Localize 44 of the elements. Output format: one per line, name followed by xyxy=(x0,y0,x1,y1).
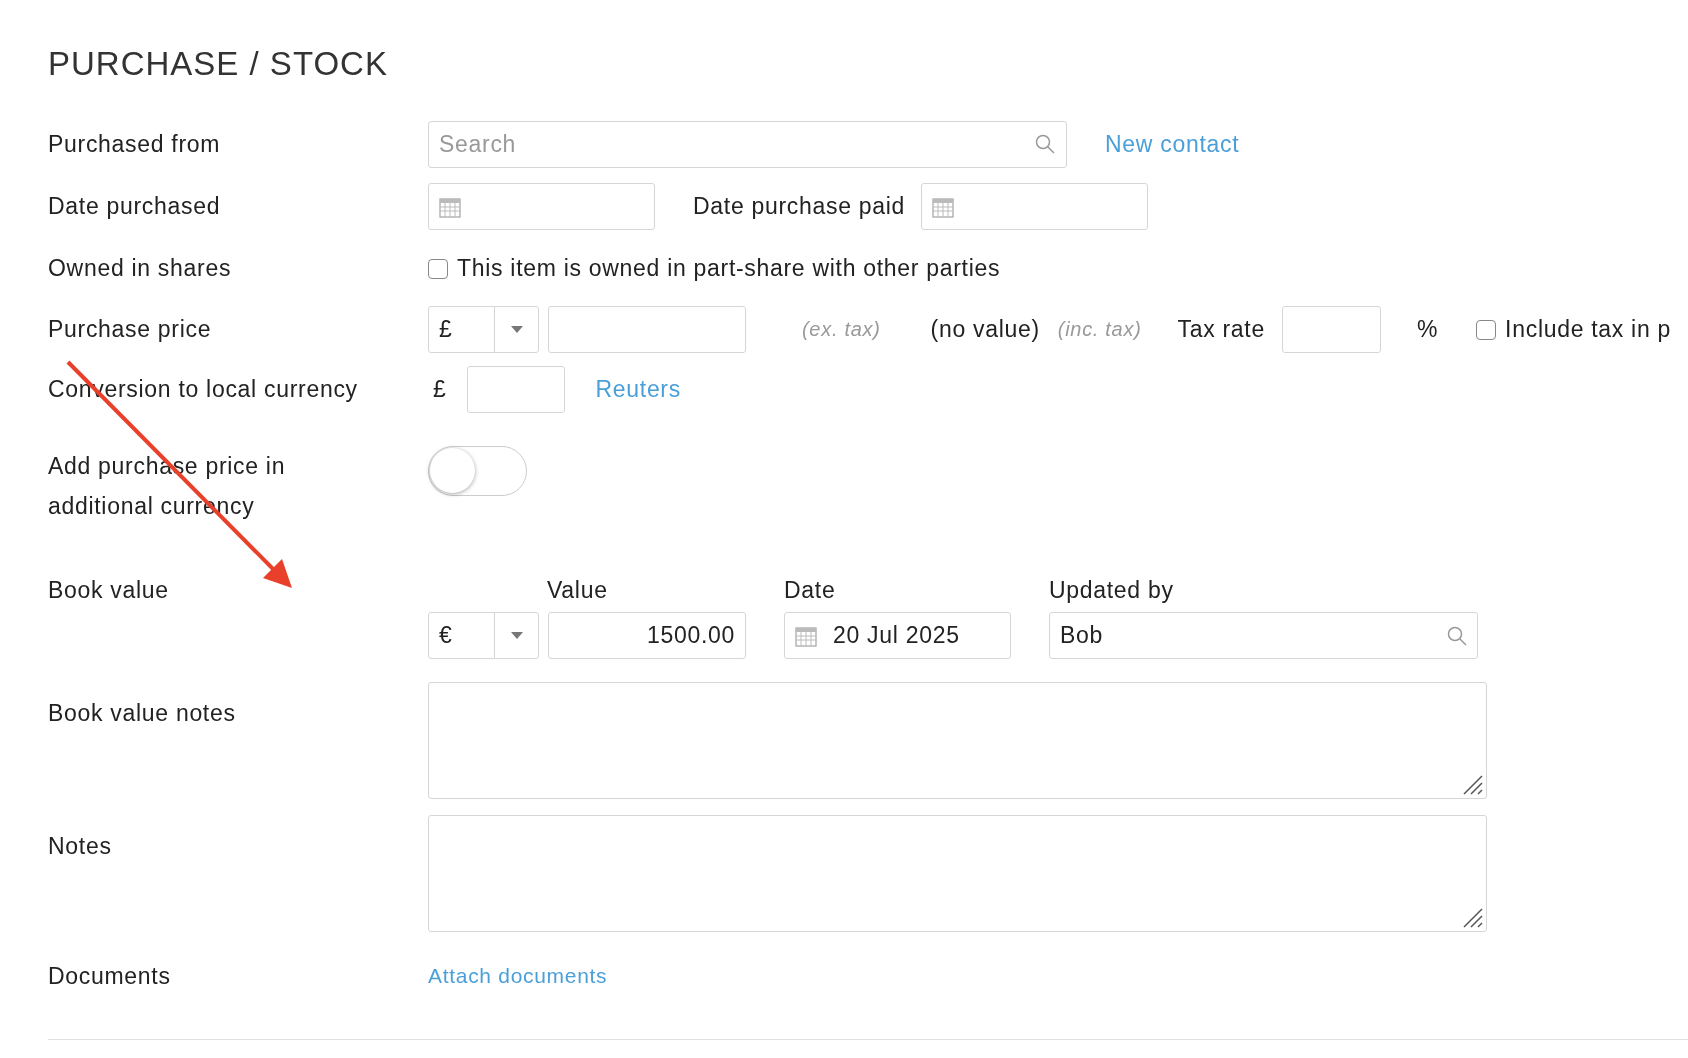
field-label: Notes xyxy=(48,832,113,860)
page-title: PURCHASE / STOCK xyxy=(48,44,389,84)
date-field[interactable]: 20 Jul 2025 xyxy=(784,612,1011,659)
field-label: Book value xyxy=(48,576,170,604)
toggle-switch[interactable] xyxy=(428,446,527,496)
resize-handle-icon[interactable] xyxy=(1461,906,1483,928)
search-icon xyxy=(1035,134,1055,154)
checkbox[interactable] xyxy=(428,258,448,279)
updated-by-field[interactable]: Bob xyxy=(1049,612,1478,659)
caret-icon xyxy=(510,632,523,639)
column-header: Date xyxy=(784,576,837,604)
value-field[interactable]: 1500.00 xyxy=(548,612,746,659)
computed-value: (no value) xyxy=(930,316,1040,343)
currency-select[interactable]: £ xyxy=(428,306,539,353)
tax-rate-field[interactable] xyxy=(1281,306,1381,353)
field-label: Owned in shares xyxy=(48,255,233,282)
column-header: Value xyxy=(547,576,609,604)
search-field[interactable]: Search xyxy=(428,121,1067,168)
rate-field[interactable] xyxy=(466,366,565,413)
currency-select[interactable]: € xyxy=(428,612,539,659)
checkbox-label: Include tax in p xyxy=(1505,316,1671,343)
field-label: Book value notes xyxy=(48,699,237,727)
date-field[interactable] xyxy=(921,183,1149,230)
field-label: Date purchase paid xyxy=(693,193,906,220)
tax-hint: (ex. tax) xyxy=(802,318,881,341)
currency-symbol: £ xyxy=(433,376,447,403)
date-field[interactable] xyxy=(428,183,655,230)
calendar-icon xyxy=(439,195,461,218)
caret-icon xyxy=(510,326,523,333)
field-label: Purchase price xyxy=(48,316,213,343)
field-label: Tax rate xyxy=(1177,316,1265,343)
calendar-icon xyxy=(932,195,955,218)
amount-field[interactable] xyxy=(548,306,746,353)
field-label: Purchased from xyxy=(48,131,222,158)
column-header: Updated by xyxy=(1049,576,1174,604)
field-label: Date purchased xyxy=(48,193,222,220)
tax-hint: (inc. tax) xyxy=(1057,318,1142,341)
percent-sign: % xyxy=(1416,316,1439,343)
checkbox-label: This item is owned in part-share with other parties xyxy=(457,255,1001,282)
checkbox[interactable] xyxy=(1476,319,1497,340)
field-label: Documents xyxy=(48,962,172,990)
search-icon xyxy=(1447,625,1467,646)
calendar-icon xyxy=(795,624,817,647)
resize-handle-icon[interactable] xyxy=(1461,773,1483,795)
